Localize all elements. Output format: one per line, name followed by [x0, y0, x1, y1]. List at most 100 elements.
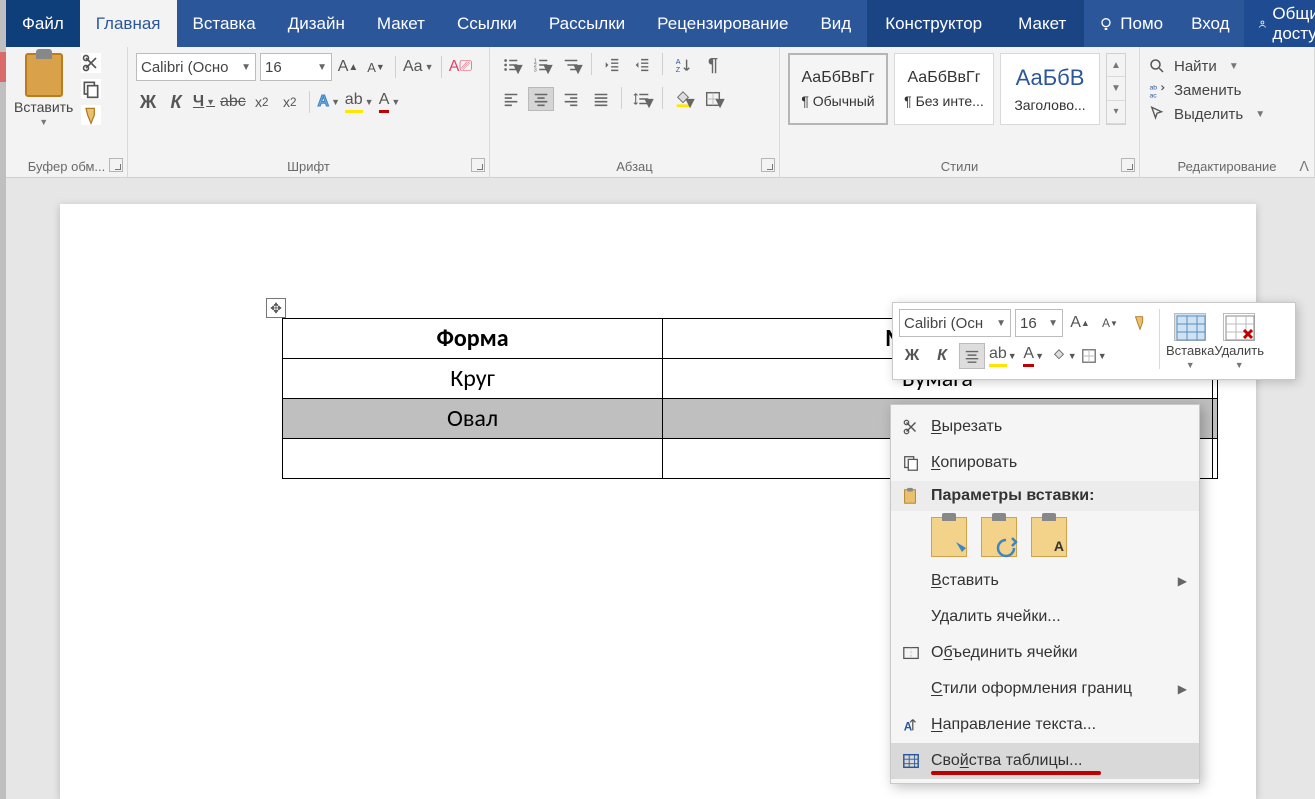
mini-insert-button[interactable]: Вставка▼ — [1166, 309, 1214, 373]
find-button[interactable]: Найти▼ — [1148, 57, 1265, 75]
styles-dialog-launcher[interactable] — [1121, 158, 1135, 172]
styles-scroller[interactable]: ▲▼▾ — [1106, 53, 1126, 125]
paste-button[interactable]: Вставить ▼ — [14, 53, 73, 127]
tab-insert[interactable]: Вставка — [177, 0, 272, 47]
ribbon: Вставить ▼ Буфер обм... Calibri (Осно▼ 1… — [6, 47, 1315, 178]
tab-table-layout[interactable]: Макет — [1000, 0, 1084, 47]
mini-align[interactable] — [959, 343, 985, 369]
mini-size-combo[interactable]: 16▼ — [1015, 309, 1063, 337]
grow-font-button[interactable]: A▲ — [336, 54, 360, 80]
align-right-button[interactable] — [558, 87, 584, 111]
editing-group-label: Редактирование — [1177, 159, 1276, 174]
paragraph-dialog-launcher[interactable] — [761, 158, 775, 172]
shading-button[interactable]: ▼ — [670, 87, 696, 111]
format-painter-button[interactable] — [81, 105, 101, 125]
signin-link[interactable]: Вход — [1177, 0, 1243, 47]
italic-button[interactable]: К — [164, 89, 188, 115]
ctx-insert[interactable]: Вставить▶ — [891, 563, 1199, 599]
mini-borders[interactable]: ▼ — [1081, 343, 1107, 369]
share-button[interactable]: Общий доступ — [1244, 0, 1315, 47]
mini-italic[interactable]: К — [929, 343, 955, 369]
ctx-border-styles[interactable]: Стили оформления границ▶ — [891, 671, 1199, 707]
font-color-button[interactable]: A▼ — [378, 89, 402, 115]
table-cell[interactable]: Круг — [283, 359, 663, 399]
show-marks-button[interactable]: ¶ — [700, 53, 726, 77]
paste-keep-source[interactable] — [931, 517, 967, 557]
align-center-button[interactable] — [528, 87, 554, 111]
underline-button[interactable]: Ч▼ — [192, 89, 216, 115]
scissors-icon — [901, 417, 921, 437]
mini-format-painter[interactable] — [1127, 310, 1153, 336]
mini-highlight[interactable]: ab▼ — [989, 343, 1017, 369]
mini-font-combo[interactable]: Calibri (Осн▼ — [899, 309, 1011, 337]
align-left-button[interactable] — [498, 87, 524, 111]
tab-review[interactable]: Рецензирование — [641, 0, 804, 47]
tab-home[interactable]: Главная — [80, 0, 177, 47]
table-cell[interactable] — [283, 439, 663, 479]
tell-me[interactable]: Помо — [1084, 0, 1177, 47]
tab-file[interactable]: Файл — [6, 0, 80, 47]
strikethrough-button[interactable]: abc — [220, 89, 246, 115]
ctx-cut[interactable]: ВВырезатьырезать — [891, 409, 1199, 445]
subscript-button[interactable]: x2 — [250, 89, 274, 115]
clear-formatting-button[interactable]: A⎚ — [449, 54, 473, 80]
tab-references[interactable]: Ссылки — [441, 0, 533, 47]
table-delete-icon — [1223, 313, 1255, 341]
cut-button[interactable] — [81, 53, 101, 73]
paste-text-only[interactable]: A — [1031, 517, 1067, 557]
svg-text:ab: ab — [1150, 84, 1158, 91]
decrease-indent-button[interactable] — [599, 53, 625, 77]
table-cell[interactable] — [1212, 399, 1217, 439]
highlight-button[interactable]: ab▼ — [345, 89, 374, 115]
superscript-button[interactable]: x2 — [278, 89, 302, 115]
select-button[interactable]: Выделить▼ — [1148, 105, 1265, 123]
font-name-combo[interactable]: Calibri (Осно▼ — [136, 53, 256, 81]
paste-merge[interactable] — [981, 517, 1017, 557]
line-spacing-button[interactable]: ▼ — [629, 87, 655, 111]
copy-button[interactable] — [81, 79, 101, 99]
ctx-text-direction[interactable]: A Направление текста... — [891, 707, 1199, 743]
multilevel-button[interactable]: ▼ — [558, 53, 584, 77]
style-heading1[interactable]: АаБбВ Заголово... — [1000, 53, 1100, 125]
justify-button[interactable] — [588, 87, 614, 111]
tab-layout[interactable]: Макет — [361, 0, 441, 47]
ctx-copy[interactable]: Копировать — [891, 445, 1199, 481]
shrink-font-button[interactable]: A▼ — [364, 54, 388, 80]
ctx-merge-cells[interactable]: Объединить ячейки — [891, 635, 1199, 671]
table-move-handle[interactable]: ✥ — [266, 298, 286, 318]
mini-delete-button[interactable]: Удалить▼ — [1214, 309, 1264, 373]
mini-bold[interactable]: Ж — [899, 343, 925, 369]
text-effects-button[interactable]: A▼ — [317, 89, 341, 115]
replace-button[interactable]: abac Заменить — [1148, 81, 1265, 99]
sort-button[interactable]: AZ — [670, 53, 696, 77]
mini-shading[interactable]: ▼ — [1051, 343, 1077, 369]
font-dialog-launcher[interactable] — [471, 158, 485, 172]
tab-design[interactable]: Дизайн — [272, 0, 361, 47]
tab-table-design[interactable]: Конструктор — [867, 0, 1000, 47]
table-header-cell[interactable]: Форма — [283, 319, 663, 359]
mini-grow-font[interactable]: A▲ — [1067, 310, 1093, 336]
mini-font-color[interactable]: A▼ — [1021, 343, 1047, 369]
context-menu: ВВырезатьырезать Копировать Параметры вс… — [890, 404, 1200, 784]
clipboard-dialog-launcher[interactable] — [109, 158, 123, 172]
table-cell[interactable]: Овал — [283, 399, 663, 439]
lightbulb-icon — [1098, 16, 1114, 32]
ctx-table-properties[interactable]: Свойства таблицы... — [891, 743, 1199, 779]
borders-button[interactable]: ▼ — [700, 87, 726, 111]
svg-text:3: 3 — [534, 67, 537, 73]
ctx-delete-cells[interactable]: Удалить ячейки... — [891, 599, 1199, 635]
font-size-combo[interactable]: 16▼ — [260, 53, 332, 81]
tab-view[interactable]: Вид — [804, 0, 867, 47]
bold-button[interactable]: Ж — [136, 89, 160, 115]
mini-shrink-font[interactable]: A▼ — [1097, 310, 1123, 336]
increase-indent-button[interactable] — [629, 53, 655, 77]
bullets-button[interactable]: ▼ — [498, 53, 524, 77]
change-case-button[interactable]: Aa▼ — [403, 54, 434, 80]
numbering-button[interactable]: 123▼ — [528, 53, 554, 77]
style-normal[interactable]: АаБбВвГг ¶ Обычный — [788, 53, 888, 125]
paragraph-group-label: Абзац — [616, 159, 652, 174]
table-cell[interactable] — [1212, 439, 1217, 479]
collapse-ribbon-button[interactable]: ᐱ — [1299, 158, 1309, 175]
tab-mailings[interactable]: Рассылки — [533, 0, 641, 47]
style-no-spacing[interactable]: АаБбВвГг ¶ Без инте... — [894, 53, 994, 125]
